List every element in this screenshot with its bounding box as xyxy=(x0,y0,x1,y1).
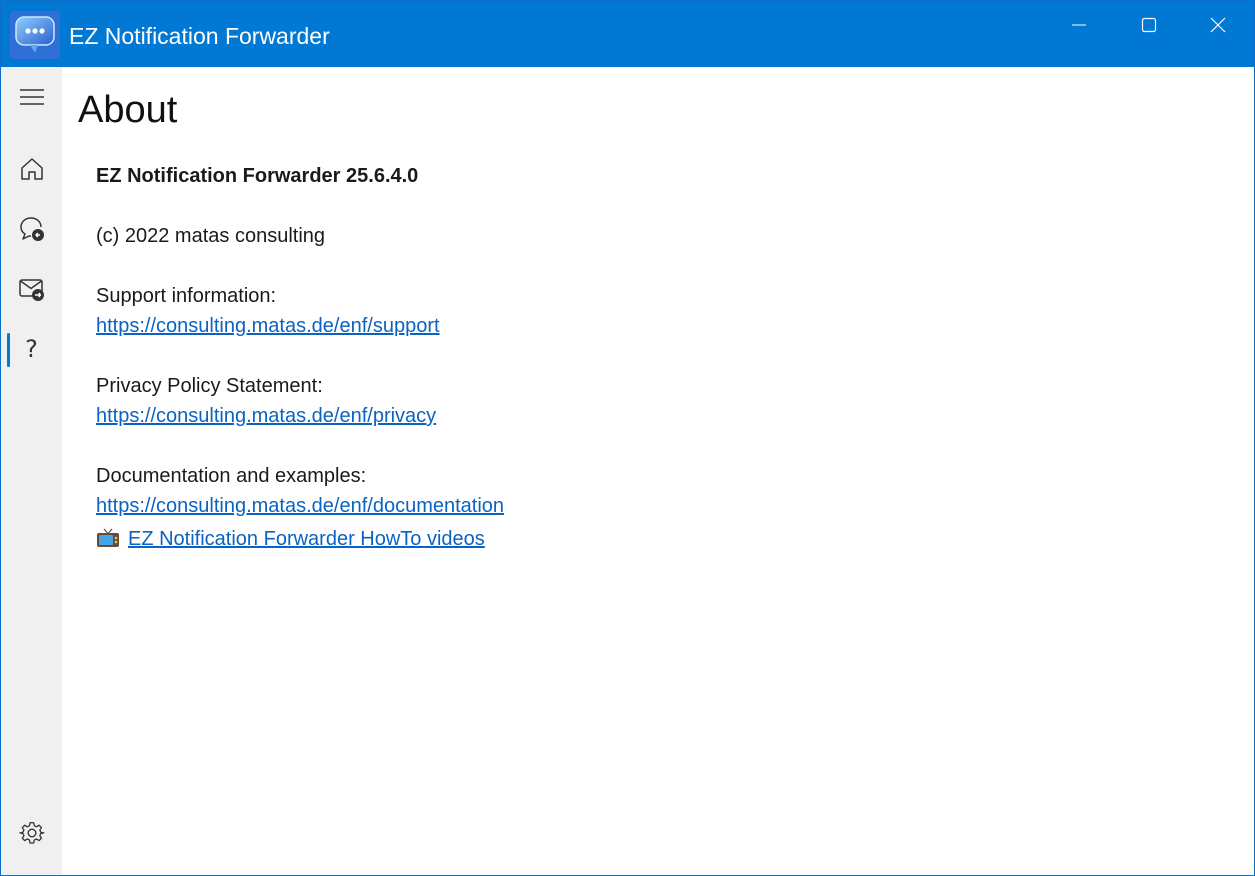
window-title: EZ Notification Forwarder xyxy=(69,23,330,49)
hamburger-menu-icon xyxy=(19,89,44,105)
minimize-button[interactable] xyxy=(1045,1,1113,49)
howto-videos-link[interactable]: EZ Notification Forwarder HowTo videos xyxy=(96,528,485,550)
television-icon xyxy=(96,528,120,555)
page-title: About xyxy=(78,89,178,131)
about-page: About EZ Notification Forwarder 25.6.4.0… xyxy=(62,67,1254,875)
gear-icon xyxy=(18,822,44,844)
privacy-link[interactable]: https://consulting.matas.de/enf/privacy xyxy=(96,405,436,427)
docs-label: Documentation and examples: xyxy=(96,465,367,487)
close-button[interactable] xyxy=(1184,1,1252,49)
maximize-icon xyxy=(1141,17,1157,33)
help-icon: ? xyxy=(25,335,38,363)
docs-link[interactable]: https://consulting.matas.de/enf/document… xyxy=(96,495,504,517)
chat-notification-icon xyxy=(19,217,44,241)
mail-forward-icon xyxy=(18,279,44,301)
nav-sidebar: ? xyxy=(1,67,62,875)
hamburger-menu-button[interactable] xyxy=(1,75,62,119)
copyright-text: (c) 2022 matas consulting xyxy=(96,225,326,247)
app-window: EZ Notification Forwarder ? About EZ Not… xyxy=(0,0,1255,876)
close-icon xyxy=(1210,17,1226,33)
nav-item-notifications[interactable] xyxy=(1,207,62,251)
nav-item-help[interactable]: ? xyxy=(1,327,62,371)
product-version: EZ Notification Forwarder 25.6.4.0 xyxy=(96,165,419,187)
nav-item-mail-forward[interactable] xyxy=(1,267,62,311)
title-bar[interactable]: EZ Notification Forwarder xyxy=(1,1,1254,67)
home-icon xyxy=(20,158,43,180)
maximize-button[interactable] xyxy=(1115,1,1183,49)
howto-videos-label: EZ Notification Forwarder HowTo videos xyxy=(128,528,485,550)
support-link[interactable]: https://consulting.matas.de/enf/support xyxy=(96,315,440,337)
minimize-icon xyxy=(1072,24,1086,26)
privacy-label: Privacy Policy Statement: xyxy=(96,375,323,397)
app-logo-icon xyxy=(10,11,60,59)
support-label: Support information: xyxy=(96,285,277,307)
nav-item-settings[interactable] xyxy=(1,811,62,855)
nav-item-home[interactable] xyxy=(1,147,62,191)
